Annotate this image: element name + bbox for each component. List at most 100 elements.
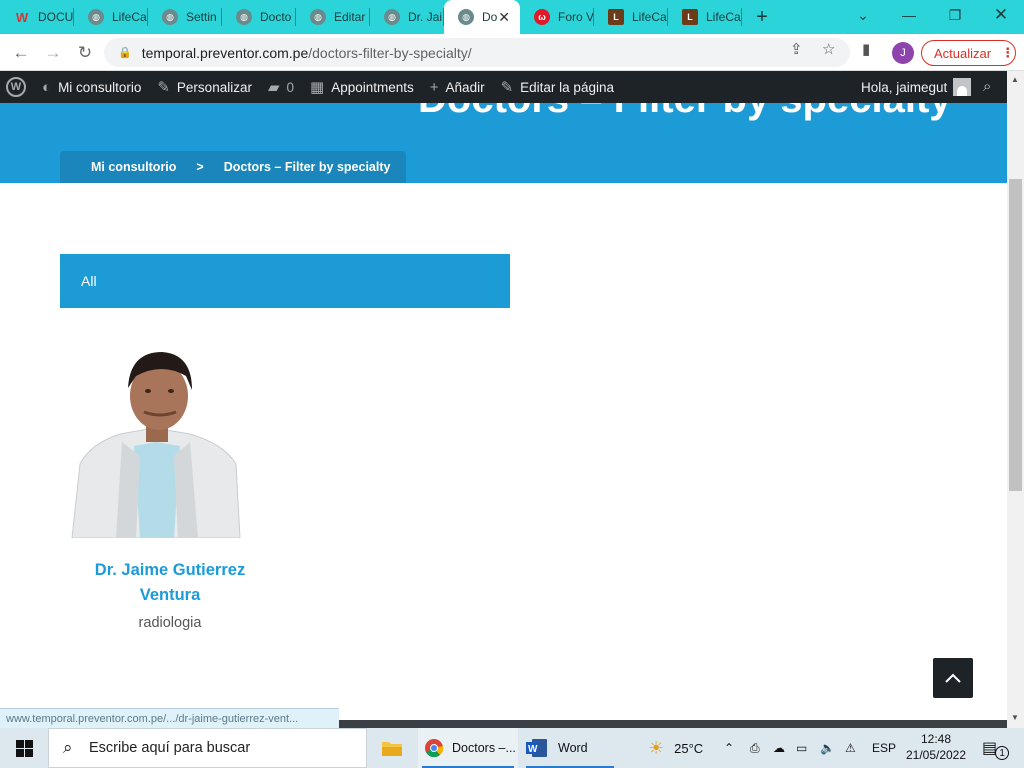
chevron-up-icon (945, 673, 961, 683)
browser-tab[interactable]: ω Foro V (520, 0, 594, 34)
minimize-icon[interactable]: — (886, 0, 932, 30)
browser-tab[interactable]: ◍ Settin (148, 0, 222, 34)
show-hidden-icons-chevron-icon[interactable]: ⌃ (724, 728, 734, 768)
browser-tab[interactable]: ◍ Dr. Jai (370, 0, 444, 34)
browser-tab[interactable]: ◍ Do ✕ (444, 0, 520, 34)
notifications-button[interactable]: ▤ 1 (982, 728, 1010, 768)
lock-icon: 🔒 (118, 47, 132, 59)
volume-icon[interactable]: 🔈 (820, 728, 835, 768)
doctor-specialty: radiologia (138, 615, 202, 631)
scroll-thumb[interactable] (1009, 179, 1022, 491)
globe-icon: ◍ (88, 9, 104, 25)
weather-widget[interactable]: ☀ 25°C (648, 728, 703, 768)
comment-icon: ▰ (267, 79, 280, 96)
adminbar-add-new-label: Añadir (445, 79, 485, 95)
close-tab-icon[interactable]: ✕ (498, 9, 510, 26)
network-icon[interactable]: ▭ (796, 728, 807, 768)
adminbar-add-new-link[interactable]: + Añadir (422, 71, 493, 103)
address-bar[interactable]: 🔒 temporal.preventor.com.pe/doctors-filt… (104, 38, 850, 67)
plus-icon: + (429, 78, 439, 96)
taskbar-search-input[interactable]: ⌕ Escribe aquí para buscar (48, 728, 367, 768)
doctor-photo[interactable] (70, 346, 242, 538)
url-path: /doctors-filter-by-specialty/ (308, 44, 472, 61)
doctor-name-line2: Ventura (139, 586, 201, 604)
profile-avatar[interactable]: J (892, 42, 914, 64)
browser-tab[interactable]: L LifeCa (668, 0, 742, 34)
windows-start-button[interactable] (0, 728, 48, 768)
browser-tab-label: LifeCa (112, 10, 147, 24)
globe-icon: ◍ (458, 9, 474, 25)
browser-tab-label: Do (482, 10, 498, 24)
search-icon[interactable]: ⌕ (983, 78, 991, 95)
wp-admin-bar: W ◐ Mi consultorio ✎ Personalizar ▰ 0 ▦ Appo… (0, 71, 1008, 103)
foro-logo-icon: ω (534, 9, 550, 25)
adminbar-comments-link[interactable]: ▰ 0 (260, 71, 302, 103)
link-status-bar: www.temporal.preventor.com.pe/.../dr-jai… (0, 708, 339, 728)
specialty-filter-all[interactable]: All (60, 254, 510, 308)
globe-icon: ◍ (384, 9, 400, 25)
adminbar-appointments-link[interactable]: ▦ Appointments (302, 71, 422, 103)
new-tab-button[interactable]: + (742, 0, 782, 34)
windows-logo-icon (15, 739, 33, 757)
taskbar-clock[interactable]: 12:48 21/05/2022 (905, 731, 967, 763)
browser-tab-label: LifeCa (632, 10, 667, 24)
browser-tab-label: LifeCa (706, 10, 741, 24)
page-title: Doctors – Filter by specialty (418, 103, 952, 122)
bookmark-star-icon[interactable]: ☆ (822, 40, 835, 58)
doctor-name-link[interactable]: Dr. Jaime Gutierrez Ventura (70, 558, 270, 608)
taskbar-word-app[interactable]: W Word (522, 728, 618, 768)
tab-list: W DOCU ◍ LifeCa ◍ Settin ◍ Docto ◍ Editar ◍ Dr. Jai… (0, 0, 742, 34)
weather-alert-icon[interactable]: ⚠ (845, 728, 856, 768)
chrome-icon (425, 739, 444, 758)
scroll-down-icon[interactable]: ▼ (1011, 713, 1019, 722)
filter-label: All (81, 273, 97, 289)
adminbar-customize-link[interactable]: ✎ Personalizar (149, 71, 260, 103)
page-scrollbar[interactable]: ▲ ▼ (1007, 71, 1024, 728)
close-window-icon[interactable]: ✕ (978, 0, 1024, 30)
reload-icon[interactable]: ↻ (72, 40, 98, 66)
comments-count: 0 (286, 79, 295, 95)
browser-tab[interactable]: L LifeCa (594, 0, 668, 34)
update-button[interactable]: Actualizar ⋮ (921, 40, 1016, 66)
tab-search-icon[interactable]: ⌄ (840, 0, 886, 30)
adminbar-edit-page-link[interactable]: ✎ Editar la página (493, 71, 622, 103)
language-indicator[interactable]: ESP (872, 728, 896, 768)
pencil-icon: ✎ (500, 79, 514, 96)
menu-dots-icon: ⋮ (1001, 45, 1015, 60)
search-icon: ⌕ (63, 738, 73, 757)
adminbar-account-menu[interactable]: Hola, jaimegut (861, 71, 972, 103)
tray-meet-icon[interactable]: ⎙ (750, 728, 760, 768)
restore-icon[interactable]: ❐ (932, 0, 978, 30)
wordpress-logo-icon[interactable]: W (6, 77, 26, 97)
browser-tab[interactable]: ◍ LifeCa (74, 0, 148, 34)
browser-tab[interactable]: ◍ Editar (296, 0, 370, 34)
brush-icon: ✎ (157, 79, 170, 96)
clock-time: 12:48 (920, 732, 952, 746)
side-panel-icon[interactable]: ▮ (862, 40, 870, 58)
browser-tab[interactable]: W DOCU (0, 0, 74, 34)
browser-tab-label: Settin (186, 10, 217, 24)
taskbar-search-placeholder: Escribe aquí para buscar (89, 740, 251, 756)
tab-separator (741, 8, 742, 26)
taskbar-chrome-app[interactable]: Doctors –... (418, 728, 518, 768)
page-hero: Doctors – Filter by specialty Mi consult… (0, 103, 1007, 183)
user-avatar (953, 78, 972, 96)
browser-tab[interactable]: ◍ Docto (222, 0, 296, 34)
file-explorer-icon[interactable] (378, 728, 406, 768)
breadcrumb: Mi consultorio > Doctors – Filter by spe… (60, 151, 406, 183)
doctor-name-line1: Dr. Jaime Gutierrez (94, 561, 246, 579)
breadcrumb-current: Doctors – Filter by specialty (223, 160, 391, 174)
back-icon[interactable]: ← (8, 40, 34, 66)
onedrive-cloud-icon[interactable]: ☁ (773, 728, 785, 768)
dashboard-icon: ◐ (42, 78, 52, 96)
svg-text:W: W (528, 744, 538, 755)
browser-tab-label: Dr. Jai (408, 10, 443, 24)
share-icon[interactable]: ⇪ (790, 40, 803, 58)
scroll-to-top-button[interactable] (933, 658, 973, 698)
adminbar-site-link[interactable]: ◐ Mi consultorio (34, 71, 149, 103)
forward-icon[interactable]: → (40, 40, 66, 66)
lifecare-logo-icon: L (608, 9, 624, 25)
scroll-up-icon[interactable]: ▲ (1011, 75, 1019, 84)
adminbar-customize-label: Personalizar (176, 79, 252, 95)
breadcrumb-home[interactable]: Mi consultorio (91, 160, 176, 174)
